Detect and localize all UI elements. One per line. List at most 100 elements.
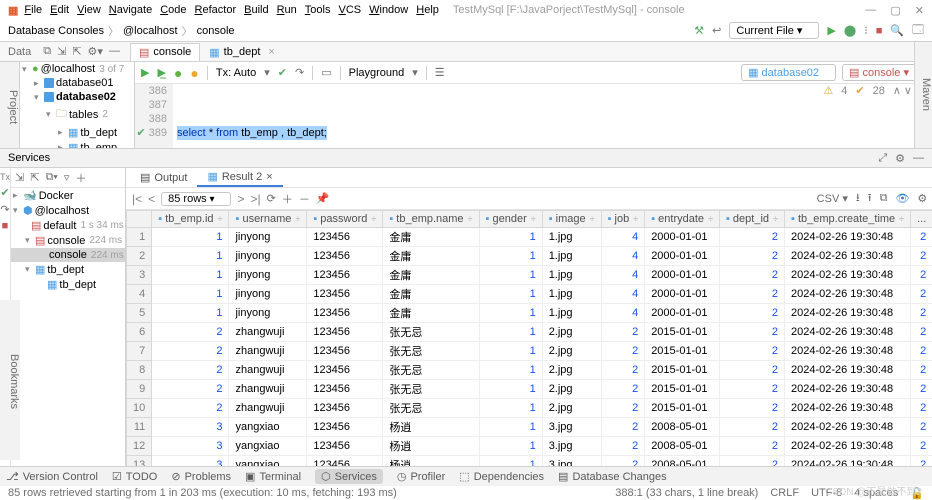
col-entrydate[interactable]: ▪ entrydate÷ [645, 211, 720, 228]
menu-navigate[interactable]: Navigate [109, 4, 152, 16]
nav-last-icon[interactable]: >| [251, 192, 261, 206]
tree-root[interactable]: ▾●@localhost3 of 7 [20, 62, 134, 76]
tx-check-icon[interactable]: ✔ [278, 66, 287, 79]
stop-icon[interactable]: ■ [876, 25, 883, 37]
col-tb_emp-id[interactable]: ▪ tb_emp.id÷ [152, 211, 229, 228]
result-tab-result2[interactable]: ▦Result 2× [197, 168, 282, 187]
layout-icon[interactable]: ☰ [435, 66, 445, 79]
tree-db1[interactable]: ▸database01 [20, 76, 134, 90]
svc-add-icon[interactable]: ＋ [75, 170, 86, 186]
menu-tools[interactable]: Tools [305, 4, 331, 16]
svc-default[interactable]: ▤default1 s 34 ms [11, 218, 125, 233]
table-row[interactable]: 72zhangwuji123456张无忌12.jpg22015-01-01220… [127, 342, 932, 361]
btm-profiler[interactable]: ◷ Profiler [397, 470, 445, 483]
rail-bookmarks[interactable]: Bookmarks [8, 354, 20, 409]
resultview-icon[interactable]: ▭ [321, 66, 331, 79]
table-row[interactable]: 51jinyong123456金庸11.jpg42000-01-0122024-… [127, 304, 932, 323]
col-tb_emp-name[interactable]: ▪ tb_emp.name÷ [383, 211, 479, 228]
table-row[interactable]: 123yangxiao123456杨逍13.jpg22008-05-012202… [127, 437, 932, 456]
svc-docker[interactable]: ▸🐋Docker [11, 188, 125, 203]
status-caret-pos[interactable]: 388:1 (33 chars, 1 line break) [615, 487, 758, 500]
gear-icon[interactable]: ⚙ [917, 192, 927, 205]
btm-todo[interactable]: ☑ TODO [112, 470, 157, 483]
table-row[interactable]: 82zhangwuji123456张无忌12.jpg22015-01-01220… [127, 361, 932, 380]
rollback-icon[interactable]: ● [190, 65, 198, 81]
btm-services[interactable]: ⬡ Services [315, 469, 383, 484]
menu-build[interactable]: Build [244, 4, 268, 16]
tab-close-icon[interactable]: × [266, 171, 272, 183]
back-arrow-icon[interactable]: ↩ [712, 24, 721, 37]
svc-rollback-icon[interactable]: ↷ [0, 203, 9, 216]
col-rownum[interactable] [127, 211, 152, 228]
crumb-b[interactable]: @localhost [123, 25, 178, 37]
col-tb_emp-create_time[interactable]: ▪ tb_emp.create_time÷ [784, 211, 910, 228]
data-gear-icon[interactable]: ⚙▾ [88, 45, 103, 58]
tree-tbdept[interactable]: ▸▦tb_dept [20, 125, 134, 140]
more-icon[interactable]: ⁝ [864, 24, 868, 37]
tree-tbemp[interactable]: ▸▦tb_emp [20, 140, 134, 148]
btm-deps[interactable]: ⬚ Dependencies [459, 470, 544, 483]
exec-file-icon[interactable]: ▶̲ [157, 66, 165, 79]
menu-file[interactable]: File [24, 4, 42, 16]
nav-prev-icon[interactable]: < [148, 192, 155, 206]
commit-icon[interactable]: ● [174, 65, 182, 81]
svc-localhost[interactable]: ▾⬢@localhost [11, 203, 125, 218]
svc-console-grp[interactable]: ▾▤console224 ms [11, 233, 125, 248]
services-hide-icon[interactable]: ⤢ [878, 152, 887, 165]
svc-group-icon[interactable]: ⧉▾ [45, 171, 57, 184]
col-gender[interactable]: ▪ gender÷ [479, 211, 542, 228]
btm-problems[interactable]: ⊘ Problems [171, 470, 231, 483]
btm-vc[interactable]: ⎇ Version Control [6, 470, 98, 483]
tree-db2[interactable]: ▾database02 [20, 90, 134, 104]
col-dept_id[interactable]: ▪ dept_id÷ [719, 211, 784, 228]
menu-view[interactable]: View [77, 4, 101, 16]
services-gear-icon[interactable]: ⚙ [895, 152, 905, 165]
tab-console[interactable]: ▤ console [130, 43, 200, 61]
menu-run[interactable]: Run [277, 4, 297, 16]
collapse-all-icon[interactable]: ⇱ [72, 45, 81, 58]
export-format[interactable]: CSV ▾ [817, 192, 848, 205]
build-icon[interactable]: ⚒ [694, 24, 704, 37]
rail-project[interactable]: Project [7, 90, 19, 124]
data-tree-icon[interactable]: ⧉ [43, 45, 51, 58]
pin-result-icon[interactable]: 📌 [316, 192, 330, 205]
table-row[interactable]: 92zhangwuji123456张无忌12.jpg22015-01-01220… [127, 380, 932, 399]
table-row[interactable]: 62zhangwuji123456张无忌12.jpg22015-01-01220… [127, 323, 932, 342]
svc-tbdept-grp[interactable]: ▾▦tb_dept [11, 262, 125, 277]
expand-all-icon[interactable]: ⇲ [57, 45, 66, 58]
svc-cancel-icon[interactable]: ■ [2, 220, 9, 232]
nav-next-icon[interactable]: > [237, 192, 244, 206]
col-image[interactable]: ▪ image÷ [542, 211, 601, 228]
table-row[interactable]: 21jinyong123456金庸11.jpg42000-01-0122024-… [127, 247, 932, 266]
tab-close-icon[interactable]: × [268, 46, 274, 58]
data-minimize-icon[interactable]: — [109, 45, 120, 58]
btm-terminal[interactable]: ▣ Terminal [245, 470, 301, 483]
tab-tbdept[interactable]: ▦ tb_dept × [200, 43, 284, 61]
settings-icon[interactable]: 🗔 [912, 21, 924, 40]
menu-vcs[interactable]: VCS [338, 4, 361, 16]
nav-first-icon[interactable]: |< [132, 192, 142, 206]
tree-tables[interactable]: ▾🗀tables2 [20, 104, 134, 125]
col-username[interactable]: ▪ username÷ [229, 211, 307, 228]
services-minimize-icon[interactable]: — [913, 152, 924, 165]
result-tab-output[interactable]: ▤Output [130, 169, 197, 186]
svc-commit-icon[interactable]: ✔ [0, 186, 9, 199]
tx-mode[interactable]: Tx: Auto [216, 67, 256, 79]
menu-help[interactable]: Help [416, 4, 439, 16]
table-row[interactable]: 11jinyong123456金庸11.jpg42000-01-0122024-… [127, 228, 932, 247]
run-icon[interactable]: ▶ [827, 24, 835, 37]
maximize-icon[interactable]: ▢ [890, 4, 900, 17]
run-config-select[interactable]: Current File ▾ [729, 22, 819, 39]
svc-filter-icon[interactable]: ▿ [64, 171, 70, 184]
addrow-icon[interactable]: ＋ [282, 191, 293, 207]
col-password[interactable]: ▪ password÷ [307, 211, 383, 228]
minimize-icon[interactable]: — [865, 4, 876, 17]
col-job[interactable]: ▪ job÷ [601, 211, 645, 228]
rows-count[interactable]: 85 rows ▾ [161, 192, 231, 206]
svc-expand-icon[interactable]: ⇲ [15, 171, 24, 184]
menu-window[interactable]: Window [369, 4, 408, 16]
svc-console-item[interactable]: console224 ms [11, 248, 125, 262]
table-row[interactable]: 41jinyong123456金庸11.jpg42000-01-0122024-… [127, 285, 932, 304]
search-everywhere-icon[interactable]: 🔍 [890, 24, 904, 37]
table-row[interactable]: 102zhangwuji123456张无忌12.jpg22015-01-0122… [127, 399, 932, 418]
